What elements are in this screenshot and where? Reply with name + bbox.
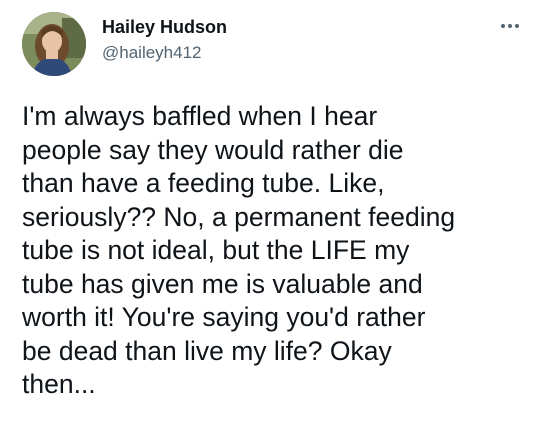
dot <box>501 24 505 28</box>
tweet-text-line: worth it! You're saying you'd rather <box>22 302 426 332</box>
tweet-text-line: people say they would rather die <box>22 134 404 165</box>
tweet-text-line: seriously?? No, a permanent feeding <box>22 201 456 232</box>
tweet-text-line: then... <box>22 369 96 399</box>
author-display-name[interactable]: Hailey Hudson <box>102 17 227 38</box>
tweet-text-line: I'm always baffled when I hear <box>22 101 378 131</box>
dot <box>515 24 519 28</box>
profile-photo-icon <box>22 12 86 76</box>
author-avatar[interactable] <box>22 12 86 76</box>
dot <box>508 24 512 28</box>
tweet-card: Hailey Hudson @haileyh412 I'm always baf… <box>0 0 540 441</box>
tweet-text-line: tube is not ideal, but the LIFE my <box>22 235 410 265</box>
tweet-text-line: than have a feeding tube. Like, <box>22 168 385 198</box>
tweet-text-line: tube has given me is valuable and <box>22 268 423 299</box>
tweet-text: I'm always baffled when I hear people sa… <box>22 100 532 402</box>
author-handle[interactable]: @haileyh412 <box>102 43 202 63</box>
tweet-text-line: be dead than live my life? Okay <box>22 335 392 366</box>
more-options-icon[interactable] <box>495 14 525 38</box>
